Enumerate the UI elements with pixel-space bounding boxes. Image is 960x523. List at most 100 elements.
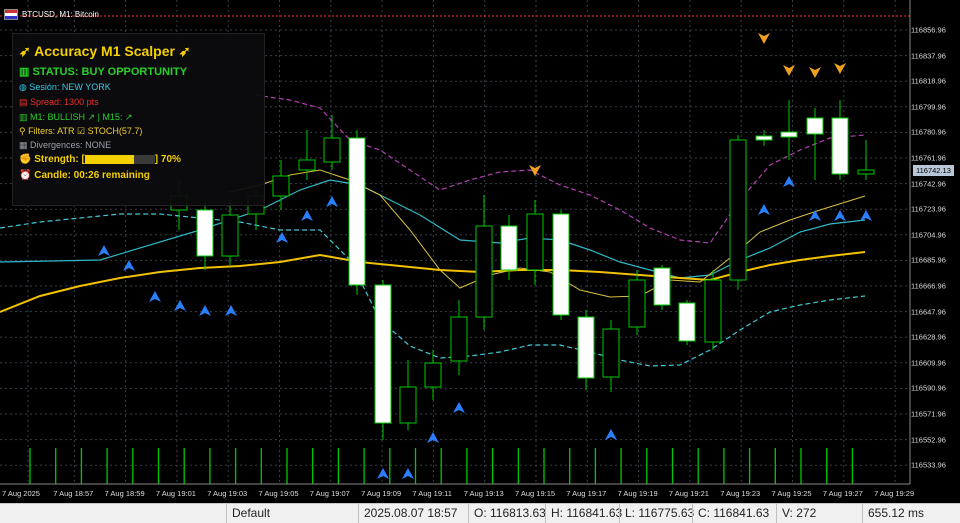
divergences-value: NONE (85, 140, 112, 150)
strength-icon: ✊ (19, 154, 32, 165)
buy-arrow-icon (326, 196, 338, 207)
buy-arrow-icon (809, 210, 821, 221)
bullish-candle (729, 139, 747, 281)
time-tick-label: 7 Aug 19:03 (207, 489, 248, 498)
buy-arrow-icon (123, 260, 135, 271)
price-tick-label: 116647.96 (911, 307, 946, 317)
search-icon: ⚲ (19, 126, 26, 136)
globe-icon: ◍ (19, 82, 27, 92)
bearish-candle (678, 302, 696, 342)
status-open: O: 116813.63 (468, 504, 549, 523)
buy-arrow-icon (758, 204, 770, 215)
status-high: H: 116841.63 (545, 504, 622, 523)
buy-arrow-icon (98, 245, 110, 256)
bearish-candle (552, 213, 570, 316)
bearish-candle (577, 316, 595, 379)
buy-arrow-icon (149, 291, 161, 302)
price-tick-label: 116818.96 (911, 76, 946, 86)
price-tick-label: 116590.96 (911, 383, 946, 393)
sell-arrow-icon (809, 67, 821, 78)
panel-title: Accuracy M1 Scalper (34, 43, 175, 59)
status-profile[interactable]: Default (226, 504, 358, 523)
bullish-candle (221, 214, 239, 257)
candle-text: Candle: 00:26 remaining (34, 170, 150, 181)
chart-title: BTCUSD, M1: Bitcoin (4, 6, 99, 22)
spread-text: Spread: 1300 pts (30, 97, 99, 107)
time-tick-label: 7 Aug 19:05 (258, 489, 299, 498)
candle-row: ⏰ Candle: 00:26 remaining (19, 170, 150, 181)
filters-text: Filters: ATR (28, 126, 75, 136)
bullish-candle (526, 213, 544, 271)
status-text: STATUS: BUY OPPORTUNITY (32, 66, 188, 78)
buy-arrow-icon (783, 176, 795, 187)
divergences-label: Divergences: (30, 140, 83, 150)
price-tick-label: 116571.96 (911, 409, 946, 419)
price-tick-label: 116609.96 (911, 358, 946, 368)
time-tick-label: 7 Aug 19:29 (874, 489, 915, 498)
price-tick-label: 116799.96 (911, 102, 946, 112)
rocket-icon: ➶ (19, 43, 31, 59)
rocket-icon: ➶ (178, 43, 191, 59)
buy-arrow-icon (199, 305, 211, 316)
spread-row: ▤ Spread: 1300 pts (19, 97, 99, 108)
time-tick-label: 7 Aug 19:09 (361, 489, 402, 498)
sell-arrow-icon (834, 63, 846, 74)
time-tick-label: 7 Aug 19:11 (412, 489, 452, 498)
buy-arrow-icon (174, 300, 186, 311)
trend-row: ▥ M1: BULLISH ↗ | M15: ↗ (19, 112, 132, 123)
buy-arrow-icon (860, 210, 872, 221)
buy-arrow-icon (453, 402, 465, 413)
session-row: ◍ Sesión: NEW YORK (19, 82, 111, 93)
status-bar: Default 2025.08.07 18:57 O: 116813.63 H:… (0, 503, 960, 523)
buy-arrow-icon (402, 468, 414, 479)
trend-text: M1: BULLISH ↗ | M15: ↗ (30, 112, 133, 122)
strength-bar-fill (84, 154, 134, 164)
bullish-candle (857, 169, 875, 175)
signal-panel: ➶ Accuracy M1 Scalper ➶ ▥ STATUS: BUY OP… (12, 33, 265, 206)
status-ping: 655.12 ms (862, 504, 960, 523)
status-close: C: 116841.63 (692, 504, 770, 523)
time-tick-label: 7 Aug 19:17 (566, 489, 607, 498)
bearish-candle (500, 225, 518, 271)
strength-bar (84, 154, 155, 164)
buy-arrow-icon (225, 305, 237, 316)
time-tick-label: 7 Aug 19:07 (309, 489, 350, 498)
divergence-icon: ▦ (19, 140, 28, 150)
buy-arrow-icon (301, 210, 313, 221)
time-tick-label: 7 Aug 19:19 (617, 489, 658, 498)
bullish-candle (628, 279, 646, 328)
panel-title-row: ➶ Accuracy M1 Scalper ➶ (19, 43, 191, 60)
price-tick-label: 116533.96 (911, 460, 946, 470)
bearish-candle (653, 267, 671, 306)
us-flag-icon (4, 8, 18, 20)
bullish-candle (424, 362, 442, 388)
time-tick-label: 7 Aug 19:15 (515, 489, 556, 498)
strength-value: 70% (160, 154, 181, 165)
price-tick-label: 116837.96 (911, 51, 946, 61)
time-tick-label: 7 Aug 19:13 (463, 489, 504, 498)
price-tick-label: 116685.96 (911, 255, 946, 265)
price-tick-label: 116666.96 (911, 281, 946, 291)
price-tick-label: 116704.96 (911, 230, 946, 240)
time-tick-label: 7 Aug 18:59 (104, 489, 145, 498)
price-tick-label: 116723.96 (911, 204, 946, 214)
bearish-candle (755, 135, 773, 141)
price-tick-label: 116552.96 (911, 435, 946, 445)
check-icon: ☑ (76, 126, 86, 136)
chart-area[interactable]: BTCUSD, M1: Bitcoin 116856.96 116837.96 11… (0, 0, 960, 502)
divergences-row: ▦ Divergences: NONE (19, 140, 111, 151)
strength-label: Strength: [ (34, 154, 85, 165)
clock-icon: ⏰ (19, 170, 32, 181)
bearish-candle (831, 117, 849, 175)
session-text: Sesión: NEW YORK (29, 82, 111, 92)
buy-arrow-icon (276, 232, 288, 243)
symbol-title: BTCUSD, M1: Bitcoin (22, 9, 99, 19)
bearish-candle (374, 284, 392, 424)
time-tick-label: 7 Aug 19:01 (155, 489, 196, 498)
bearish-candle (348, 137, 366, 286)
bearish-candle (806, 117, 824, 135)
bearish-candle (780, 131, 798, 138)
price-tick-label: 116628.96 (911, 332, 946, 342)
sell-arrow-icon (758, 33, 770, 44)
status-volume: V: 272 (776, 504, 842, 523)
